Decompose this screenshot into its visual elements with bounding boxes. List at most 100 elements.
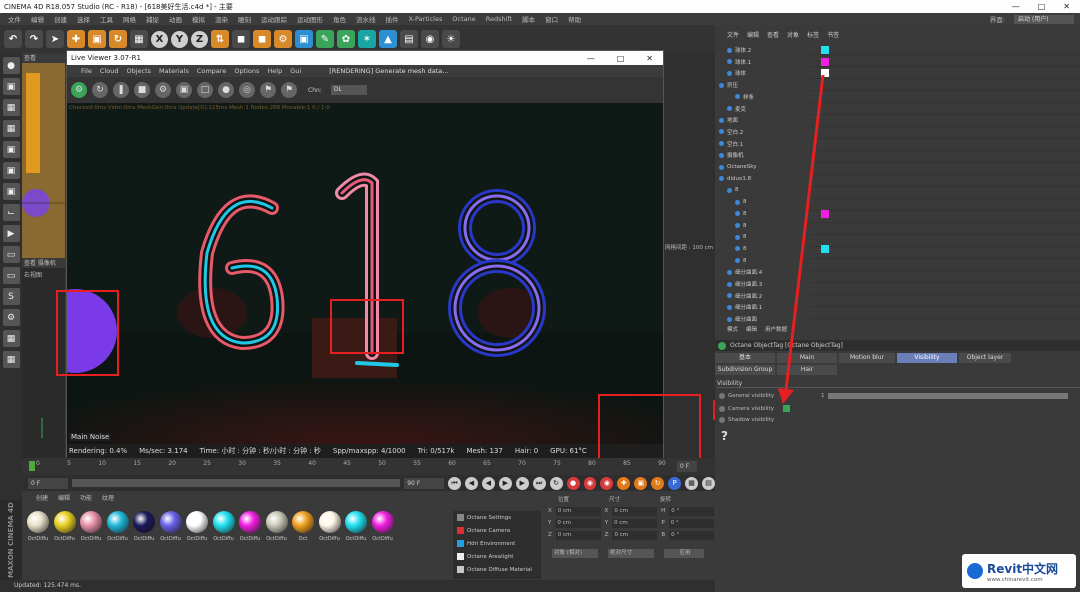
material-swatch[interactable]: OctDiffu — [79, 511, 103, 545]
lv-menu-item[interactable]: Options — [230, 67, 263, 75]
object-row[interactable]: 8 — [715, 255, 797, 267]
object-row[interactable]: 8 — [715, 220, 797, 232]
help-icon[interactable]: ? — [721, 429, 728, 443]
object-menu-item[interactable]: 查看 — [767, 30, 779, 39]
object-menu-item[interactable]: 书签 — [827, 30, 839, 39]
material-swatch[interactable]: OctDiffu — [106, 511, 130, 545]
menu-item[interactable]: 捕捉 — [141, 14, 164, 24]
object-row[interactable]: 8 — [715, 196, 797, 208]
next-key-icon[interactable]: ▶ — [515, 476, 529, 490]
camera-visibility-checkbox[interactable] — [783, 405, 790, 412]
material-swatch[interactable]: OctDiffu — [318, 511, 342, 545]
coords-mode-select[interactable]: 对象 (相对) — [552, 548, 598, 558]
start-frame-field[interactable]: 0 F — [28, 477, 68, 489]
goto-start-icon[interactable]: ⏮ — [448, 476, 461, 490]
object-row[interactable]: 8 — [715, 231, 797, 243]
picker-icon[interactable]: ◎ — [239, 82, 255, 98]
restart-icon[interactable]: ↻ — [92, 82, 108, 98]
polygons-mode-icon[interactable]: ▣ — [2, 183, 20, 200]
menu-item[interactable]: 动画 — [164, 14, 187, 24]
object-row[interactable]: 空白.2 — [715, 126, 797, 138]
material-menu-item[interactable]: 纹理 — [102, 493, 114, 502]
attribute-menu-item[interactable]: 编辑 — [746, 325, 757, 335]
menu-item[interactable]: 脚本 — [517, 14, 540, 24]
tab-motion-blur[interactable]: Motion blur — [839, 353, 895, 363]
prev-key-icon[interactable]: ◀ — [464, 476, 478, 490]
octane-camera-item[interactable]: Octane Camera — [453, 524, 541, 537]
playhead-marker[interactable] — [29, 461, 35, 471]
tab-hair[interactable]: Hair — [777, 365, 837, 375]
lock-icon[interactable]: ▣ — [176, 82, 192, 98]
lv-menu-item[interactable]: Help — [263, 67, 286, 75]
deformer-icon[interactable]: ▲ — [379, 30, 397, 48]
z-axis-lock-button[interactable]: Z — [191, 30, 208, 48]
lv-menu-item[interactable]: File — [77, 67, 96, 75]
object-row[interactable]: 8 — [715, 208, 829, 220]
size-x-field[interactable]: 0 cm — [612, 506, 658, 516]
octane-diffuse-material-item[interactable]: Octane Diffuse Material — [453, 563, 541, 576]
attribute-menu-item[interactable]: 用户数据 — [765, 325, 787, 335]
material-swatch[interactable]: OctDiffu — [159, 511, 183, 545]
menu-item[interactable]: 网格 — [118, 14, 141, 24]
octane-settings-item[interactable]: Octane Settings — [453, 511, 541, 524]
options-gear-icon[interactable]: ⚙ — [155, 82, 171, 98]
apply-button[interactable]: 应用 — [664, 548, 704, 558]
y-axis-lock-button[interactable]: Y — [171, 30, 188, 48]
pause-icon[interactable]: ❚ — [113, 82, 129, 98]
menu-item[interactable]: 模拟 — [187, 14, 210, 24]
position-x-field[interactable]: 0 cm — [555, 506, 601, 516]
object-row[interactable]: 8 — [715, 184, 797, 196]
tab-main[interactable]: Main — [777, 353, 837, 363]
end-frame-field[interactable]: 90 F — [404, 477, 444, 489]
play-icon[interactable]: ▶ — [498, 476, 512, 490]
layout-select[interactable]: 启动 (用户) — [1014, 14, 1074, 24]
region-icon[interactable]: □ — [197, 82, 213, 98]
material-swatch[interactable]: OctDiffu — [371, 511, 395, 545]
tweak-icon[interactable]: ▶ — [2, 225, 20, 242]
object-row[interactable]: 摄像机 — [715, 149, 797, 161]
close-icon[interactable]: ✕ — [1063, 2, 1070, 11]
texture-mode-icon[interactable]: ▦ — [2, 99, 20, 116]
size-y-field[interactable]: 0 cm — [612, 518, 658, 528]
rotation-key-icon[interactable]: ↻ — [651, 476, 665, 490]
cloner-icon[interactable]: ✶ — [358, 30, 376, 48]
material-tag-icon[interactable] — [821, 46, 829, 54]
preview-range-slider[interactable] — [71, 479, 401, 487]
stop-icon[interactable]: ■ — [134, 82, 150, 98]
material-swatch[interactable]: OctDiffu — [212, 511, 236, 545]
tab-object-layer[interactable]: Object layer — [959, 353, 1011, 363]
position-y-field[interactable]: 0 cm — [555, 518, 601, 528]
axis-mode-icon[interactable]: ⌙ — [2, 204, 20, 221]
subdivision-icon[interactable]: ✿ — [337, 30, 355, 48]
menu-item[interactable]: 创建 — [49, 14, 72, 24]
current-frame-field[interactable]: 0 F — [677, 461, 697, 472]
redo-icon[interactable]: ↷ — [25, 30, 43, 48]
material-ball-icon[interactable]: ● — [218, 82, 234, 98]
animate-radio[interactable] — [719, 393, 725, 399]
animate-radio[interactable] — [719, 405, 725, 412]
object-row[interactable]: diduo1.8 — [715, 173, 797, 185]
object-menu-item[interactable]: 标签 — [807, 30, 819, 39]
material-swatch[interactable]: OctDiffu — [185, 511, 209, 545]
object-menu-item[interactable]: 文件 — [727, 30, 739, 39]
material-menu-item[interactable]: 创建 — [36, 493, 48, 502]
menu-item[interactable]: 编辑 — [26, 14, 49, 24]
snap-icon[interactable]: ▭ — [2, 246, 20, 263]
octane-arealight-item[interactable]: Octane Arealight — [453, 550, 541, 563]
maximize-icon[interactable]: □ — [1038, 2, 1046, 11]
material-swatch[interactable]: OctDiffu — [53, 511, 77, 545]
play-back-icon[interactable]: ◀ — [481, 476, 495, 490]
timeline-ruler[interactable]: 0 5 10 15 20 25 30 35 40 45 50 55 60 65 … — [26, 458, 676, 472]
menu-item[interactable]: 帮助 — [563, 14, 586, 24]
viewport-header[interactable]: 查看 — [22, 53, 65, 63]
quantize-icon[interactable]: ⚙ — [2, 309, 20, 326]
menu-item[interactable]: 角色 — [328, 14, 351, 24]
lv-menu-item[interactable]: Compare — [193, 67, 231, 75]
menu-item[interactable]: 插件 — [381, 14, 404, 24]
object-row[interactable]: 球体 — [715, 67, 829, 79]
material-swatch[interactable]: OctDiffu — [132, 511, 156, 545]
object-row[interactable]: 地面 — [715, 114, 797, 126]
object-row[interactable]: 细分曲面.3 — [715, 278, 797, 290]
object-row[interactable]: 细分曲面.4 — [715, 266, 797, 278]
menu-item[interactable]: 雕刻 — [233, 14, 256, 24]
